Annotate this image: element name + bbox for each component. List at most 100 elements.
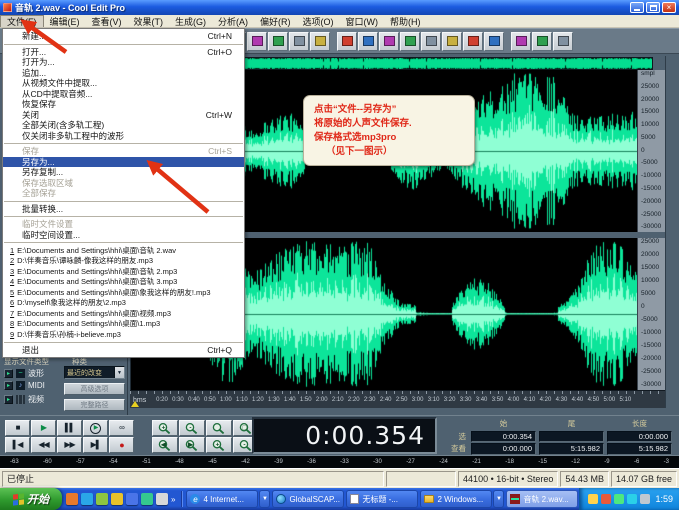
play-button[interactable]: ▶	[31, 420, 56, 436]
toolbar-button-19[interactable]	[400, 32, 420, 51]
maximize-button[interactable]	[646, 2, 660, 13]
zoom-right-edge-button[interactable]: ▶	[179, 437, 205, 453]
amplitude-scale-top[interactable]: smpl2500020000150001000050000-5000-10000…	[637, 70, 665, 232]
play-looped-button[interactable]: ▶	[83, 420, 108, 436]
timeline-ruler[interactable]: hms 0:200:300:400:501:001:101:201:301:40…	[130, 390, 665, 408]
go-end-button[interactable]: ▶▌	[83, 437, 108, 453]
zoom-full-button[interactable]	[206, 420, 232, 436]
file-menu-item[interactable]: 关闭Ctrl+W	[3, 110, 244, 121]
recent-file-item[interactable]: 9D:\伴奏音乐\孙楠-i-believe.mp3	[3, 329, 244, 340]
file-menu-item-save-as[interactable]: 另存为...	[3, 157, 244, 168]
menubar-item-file[interactable]: 文件(F)	[0, 15, 44, 27]
go-start-button[interactable]: ▌◀	[5, 437, 30, 453]
quick-launch-icon-4[interactable]	[111, 493, 123, 505]
recent-file-item[interactable]: 6D:\myself\象我这样的朋友\2.mp3	[3, 298, 244, 309]
menubar-item-view[interactable]: 查看(V)	[86, 15, 128, 27]
menubar-item-help[interactable]: 帮助(H)	[384, 15, 427, 27]
quick-launch-icon-2[interactable]	[81, 493, 93, 505]
playback-cursor-marker[interactable]	[131, 401, 139, 407]
quick-launch-icon-6[interactable]	[141, 493, 153, 505]
task-button-globe[interactable]: GlobalSCAP...	[272, 490, 344, 508]
toolbar-button-14[interactable]	[289, 32, 309, 51]
toolbar-button-25[interactable]	[532, 32, 552, 51]
tray-icon-4[interactable]	[627, 494, 637, 504]
task-button-dropdown[interactable]: ▼	[493, 490, 504, 508]
menubar-item-analyze[interactable]: 分析(A)	[212, 15, 254, 27]
tray-icon-5[interactable]	[640, 494, 650, 504]
loop-button[interactable]: ∞	[109, 420, 134, 436]
rewind-button[interactable]: ◀◀	[31, 437, 56, 453]
zoom-left-edge-button[interactable]: ◀	[152, 437, 178, 453]
menubar-item-favorites[interactable]: 偏好(R)	[254, 15, 297, 27]
stop-button[interactable]: ■	[5, 420, 30, 436]
pause-button[interactable]: ▌▌	[57, 420, 82, 436]
file-menu-item[interactable]: 新建...Ctrl+N	[3, 31, 244, 42]
file-menu-item[interactable]: 保存选取区域	[3, 178, 244, 189]
task-button-notepad[interactable]: 无标题 -...	[346, 490, 418, 508]
toolbar-button-13[interactable]	[268, 32, 288, 51]
menubar-item-window[interactable]: 窗口(W)	[340, 15, 385, 27]
menubar-item-options[interactable]: 选项(O)	[297, 15, 340, 27]
amplitude-scale-bottom[interactable]: 2500020000150001000050000-5000-10000-150…	[637, 238, 665, 390]
file-menu-item[interactable]: 恢复保存	[3, 99, 244, 110]
tray-icon-2[interactable]	[601, 494, 611, 504]
recent-file-item[interactable]: 8E:\Documents and Settings\hhi\桌面\1.mp3	[3, 319, 244, 330]
file-menu-item[interactable]: 临时空间设置...	[3, 230, 244, 241]
toolbar-button-15[interactable]	[310, 32, 330, 51]
toolbar-button-21[interactable]	[442, 32, 462, 51]
organizer-button-1[interactable]: 高级选项	[64, 383, 125, 395]
expand-icon[interactable]: ▸	[4, 395, 13, 404]
toolbar-button-24[interactable]	[511, 32, 531, 51]
file-type-filter-视频[interactable]: ▸视频	[4, 394, 44, 405]
organizer-button-2[interactable]: 完整路径	[64, 399, 125, 411]
quick-launch-icon-3[interactable]	[96, 493, 108, 505]
file-menu-item[interactable]: 批量转换...	[3, 204, 244, 215]
task-button-cep[interactable]: 音轨 2.wav...	[506, 490, 578, 508]
zoom-vertical-in-button[interactable]: +	[206, 437, 232, 453]
close-button[interactable]: ×	[662, 2, 676, 13]
recent-file-item[interactable]: 3E:\Documents and Settings\hhi\桌面\音轨 2.m…	[3, 266, 244, 277]
toolbar-button-23[interactable]	[484, 32, 504, 51]
tray-icon-1[interactable]	[588, 494, 598, 504]
file-menu-item[interactable]: 从CD中提取音频...	[3, 89, 244, 100]
toolbar-button-18[interactable]	[379, 32, 399, 51]
menubar-item-effects[interactable]: 效果(T)	[128, 15, 170, 27]
quick-launch-icon-1[interactable]	[66, 493, 78, 505]
chevron-down-icon[interactable]: ▼	[114, 367, 124, 378]
minimize-button[interactable]	[630, 2, 644, 13]
quick-launch-icon-7[interactable]	[156, 493, 168, 505]
file-menu-item[interactable]: 打开为...	[3, 57, 244, 68]
file-menu-item[interactable]: 仅关闭非多轨工程中的波形	[3, 131, 244, 142]
zoom-in-button[interactable]: +	[152, 420, 178, 436]
task-button-dropdown[interactable]: ▼	[259, 490, 270, 508]
file-menu-item[interactable]: 从视频文件中提取...	[3, 78, 244, 89]
zoom-out-button[interactable]: -	[179, 420, 205, 436]
menubar-item-edit[interactable]: 编辑(E)	[44, 15, 86, 27]
quick-launch-icon-5[interactable]	[126, 493, 138, 505]
file-menu-item[interactable]: 保存Ctrl+S	[3, 146, 244, 157]
expand-icon[interactable]: ▸	[4, 381, 13, 390]
fast-forward-button[interactable]: ▶▶	[57, 437, 82, 453]
file-menu-item[interactable]: 另存复制...	[3, 167, 244, 178]
recent-file-item[interactable]: 1E:\Documents and Settings\hhi\桌面\音轨 2.w…	[3, 245, 244, 256]
file-menu-item[interactable]: 追加...	[3, 68, 244, 79]
quick-launch-overflow[interactable]: »	[171, 495, 175, 504]
file-menu-item[interactable]: 退出Ctrl+Q	[3, 345, 244, 356]
task-button-ie[interactable]: e4 Internet...	[186, 490, 258, 508]
file-menu-item[interactable]: 全部关闭(含多轨工程)	[3, 120, 244, 131]
menubar-item-generate[interactable]: 生成(G)	[169, 15, 212, 27]
file-menu-item[interactable]: 全部保存	[3, 188, 244, 199]
expand-icon[interactable]: ▸	[4, 369, 13, 378]
toolbar-button-17[interactable]	[358, 32, 378, 51]
toolbar-button-12[interactable]	[247, 32, 267, 51]
record-button[interactable]: ●	[109, 437, 134, 453]
recent-file-item[interactable]: 4E:\Documents and Settings\hhi\桌面\音轨 3.m…	[3, 277, 244, 288]
file-type-filter-波形[interactable]: ▸~波形	[4, 368, 44, 379]
toolbar-button-20[interactable]	[421, 32, 441, 51]
start-button[interactable]: 开始	[0, 488, 62, 510]
sort-by-dropdown[interactable]: 最近的改变 ▼	[64, 366, 125, 379]
file-menu-item[interactable]: 打开...Ctrl+O	[3, 47, 244, 58]
toolbar-button-22[interactable]	[463, 32, 483, 51]
task-button-folder[interactable]: 2 Windows...	[420, 490, 492, 508]
recent-file-item[interactable]: 7E:\Documents and Settings\hhi\桌面\视频.mp3	[3, 308, 244, 319]
